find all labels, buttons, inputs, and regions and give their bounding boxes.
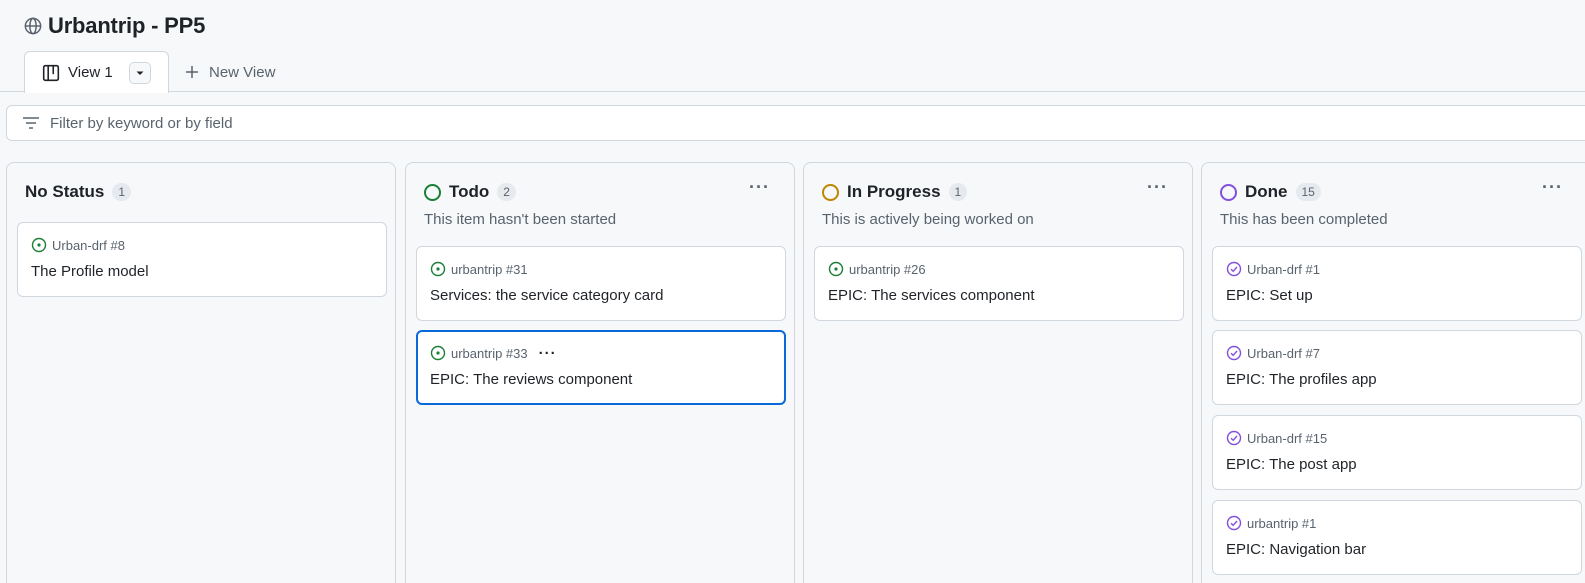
card-repo[interactable]: urbantrip #1 [1247,516,1316,531]
card-meta: urbantrip #26 [828,260,926,278]
column-done: Done 15 This has been completed ··· Urba… [1201,162,1585,583]
issue-card[interactable]: Urban-drf #7 EPIC: The profiles app [1212,330,1582,405]
column-header: No Status 1 [25,181,132,203]
issue-card[interactable]: Urban-drf #15 EPIC: The post app [1212,415,1582,490]
card-title[interactable]: The Profile model [31,263,149,280]
card-title[interactable]: EPIC: The post app [1226,456,1357,473]
card-title[interactable]: EPIC: The reviews component [430,371,632,388]
column-header: Done 15 [1220,181,1321,203]
new-view-button[interactable]: New View [185,60,275,84]
issue-card[interactable]: urbantrip #1 EPIC: Navigation bar [1212,500,1582,575]
card-title[interactable]: Services: the service category card [430,287,663,304]
status-circle-icon [822,183,839,201]
issue-card[interactable]: Urban-drf #1 EPIC: Set up [1212,246,1582,321]
card-title[interactable]: EPIC: Navigation bar [1226,541,1366,558]
column-header: In Progress 1 [822,181,968,203]
card-repo[interactable]: Urban-drf #15 [1247,431,1327,446]
page-title: Urbantrip - PP5 [48,13,206,38]
tab-view-1[interactable]: View 1 [24,51,169,93]
column-name: In Progress [847,182,941,201]
card-meta: Urban-drf #1 [1226,260,1320,278]
card-title[interactable]: EPIC: The profiles app [1226,371,1377,388]
card-meta: Urban-drf #15 [1226,429,1327,447]
globe-icon [24,17,42,35]
column-no-status: No Status 1 Urban-drf #8 The Profile mod… [6,162,396,583]
card-repo[interactable]: Urban-drf #1 [1247,262,1320,277]
card-title[interactable]: EPIC: The services component [828,287,1034,304]
column-count: 2 [497,183,516,201]
column-name: Done [1245,182,1288,201]
tab-label: View 1 [68,64,113,81]
view-options-button[interactable] [128,61,151,84]
issue-closed-icon [1226,345,1242,361]
issue-card[interactable]: Urban-drf #8 The Profile model [17,222,387,297]
title-row: Urbantrip - PP5 [24,12,205,40]
column-menu-button[interactable]: ··· [1147,177,1168,198]
card-meta: Urban-drf #7 [1226,344,1320,362]
card-repo[interactable]: urbantrip #31 [451,262,528,277]
column-name: No Status [25,182,105,201]
card-meta: urbantrip #33 ··· [430,344,557,362]
status-circle-icon [1220,183,1237,201]
column-description: This item hasn't been started [424,211,617,228]
issue-open-icon [430,345,446,361]
filter-icon [23,117,39,129]
card-menu-button[interactable]: ··· [539,345,557,362]
column-menu-button[interactable]: ··· [1542,177,1563,198]
new-view-label: New View [209,63,276,81]
caret-down-icon [136,71,144,75]
column-description: This has been completed [1220,211,1388,228]
column-count: 15 [1295,183,1321,201]
column-menu-button[interactable]: ··· [749,177,770,198]
column-header: Todo 2 [424,181,516,203]
issue-card[interactable]: urbantrip #31 Services: the service cate… [416,246,786,321]
card-repo[interactable]: Urban-drf #7 [1247,346,1320,361]
issue-closed-icon [1226,430,1242,446]
card-repo[interactable]: urbantrip #26 [849,262,926,277]
card-meta: Urban-drf #8 [31,236,125,254]
column-description: This is actively being worked on [822,211,1034,228]
column-count: 1 [112,183,132,201]
issue-card-selected[interactable]: urbantrip #33 ··· EPIC: The reviews comp… [416,330,786,405]
card-repo[interactable]: urbantrip #33 [451,346,528,361]
card-meta: urbantrip #1 [1226,514,1316,532]
issue-open-icon [828,261,844,277]
column-todo: Todo 2 This item hasn't been started ···… [405,162,795,583]
card-meta: urbantrip #31 [430,260,528,278]
status-circle-icon [424,183,441,201]
issue-closed-icon [1226,515,1242,531]
issue-open-icon [31,237,47,253]
issue-closed-icon [1226,261,1242,277]
filter-input[interactable] [50,114,650,132]
plus-icon [186,66,198,78]
issue-open-icon [430,261,446,277]
project-header: Urbantrip - PP5 View 1 New View [0,0,1585,93]
column-count: 1 [948,183,968,201]
filter-bar[interactable] [6,105,1585,141]
card-repo[interactable]: Urban-drf #8 [52,238,125,253]
issue-card[interactable]: urbantrip #26 EPIC: The services compone… [814,246,1184,321]
column-name: Todo [449,182,490,201]
column-in-progress: In Progress 1 This is actively being wor… [803,162,1193,583]
card-title[interactable]: EPIC: Set up [1226,287,1313,304]
board-icon [42,64,60,81]
